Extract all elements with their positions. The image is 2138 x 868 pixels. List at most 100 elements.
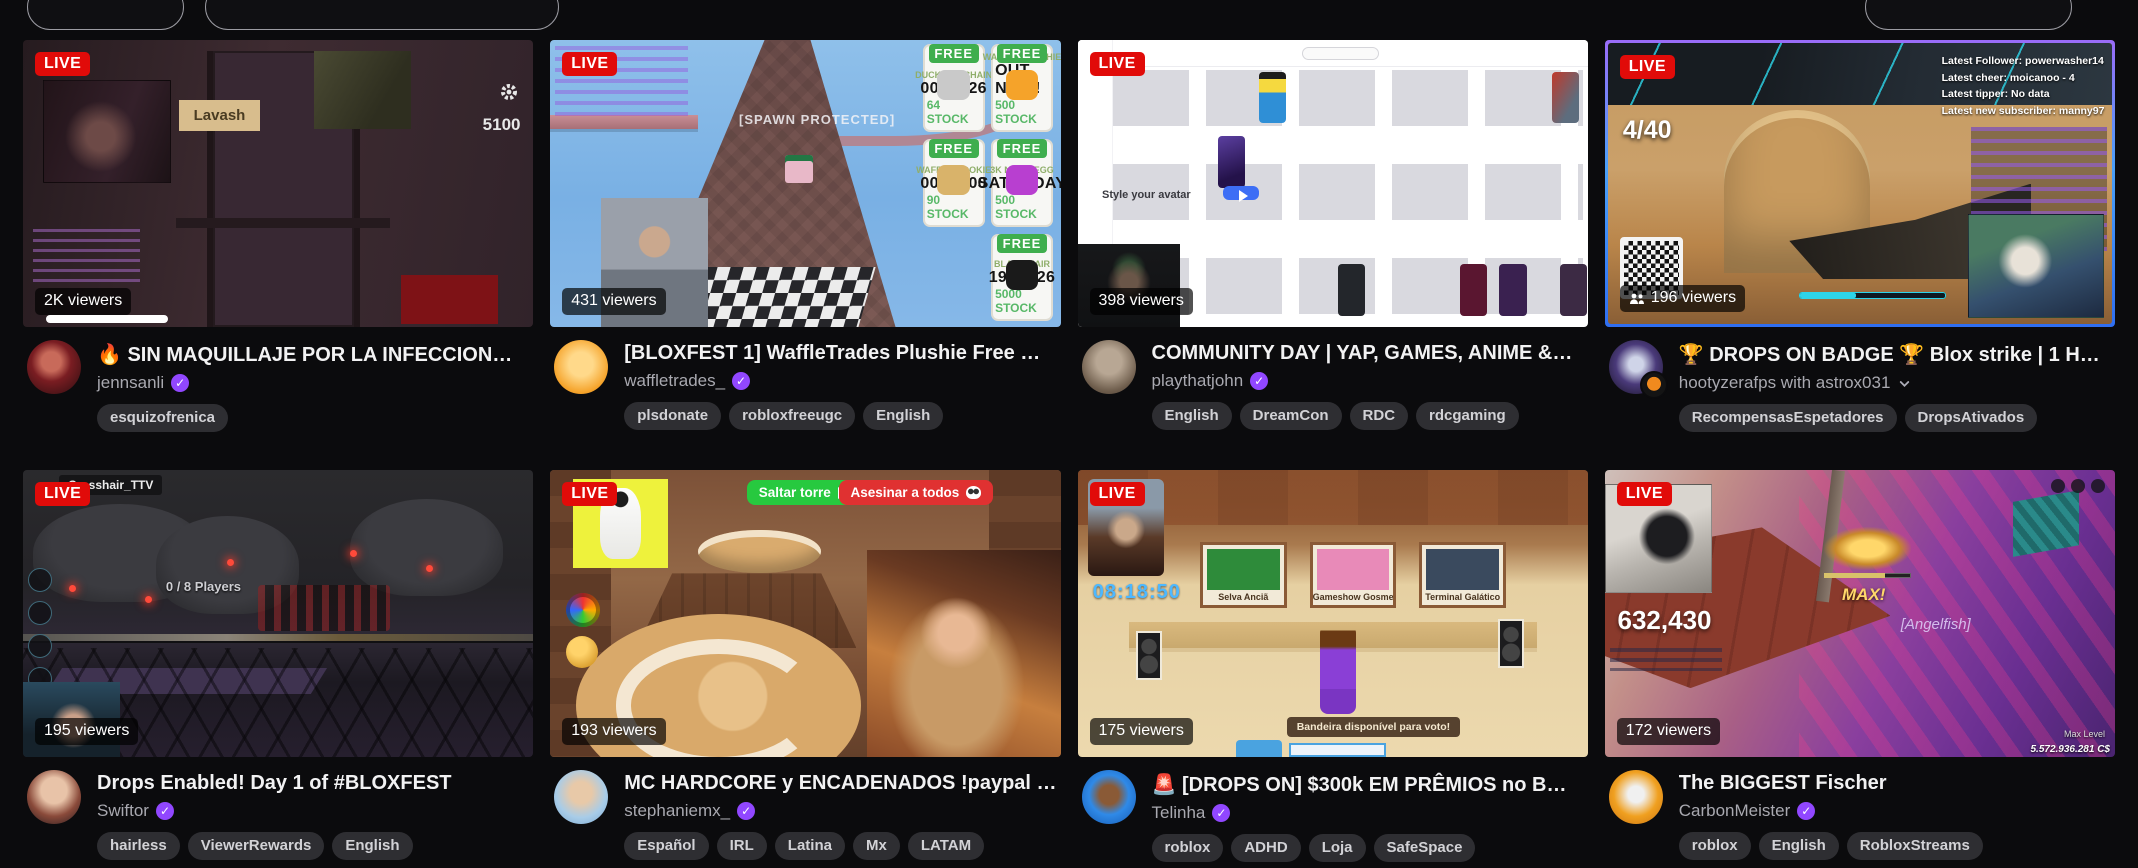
stream-title[interactable]: 🏆 DROPS ON BADGE 🏆 Blox strike | 1 H… — [1679, 342, 2113, 367]
ammo-counter: 4/40 — [1622, 116, 1672, 145]
filter-pill[interactable] — [27, 0, 184, 30]
tag[interactable]: Loja — [1308, 834, 1366, 863]
tag[interactable]: Español — [624, 832, 709, 861]
thumbnail-inner: Latest Follower: powerwasher14 Latest ch… — [1607, 43, 2112, 325]
filter-pill[interactable] — [205, 0, 559, 30]
stream-meta: MC HARDCORE y ENCADENADOS !paypal … step… — [550, 757, 1060, 868]
stream-thumbnail[interactable]: Lavash 5100 LIVE 2K viewers — [23, 40, 534, 328]
tag[interactable]: plsdonate — [624, 402, 722, 431]
tag[interactable]: roblox — [1678, 832, 1751, 861]
chevron-down-icon[interactable] — [1897, 376, 1912, 391]
thumbnail-art — [1302, 47, 1379, 61]
item-stock: 64 STOCK — [926, 97, 969, 126]
stream-title[interactable]: COMMUNITY DAY | YAP, GAMES, ANIME &… — [1152, 342, 1586, 365]
stream-thumbnail[interactable]: Saltar torre Asesinar a todos LIVE 193 v… — [550, 470, 1061, 758]
thumbnail-art — [784, 154, 814, 184]
tag[interactable]: DropsAtivados — [1904, 404, 2038, 433]
tag[interactable]: roblox — [1151, 834, 1224, 863]
free-badge: FREE — [997, 44, 1047, 64]
tag[interactable]: Latina — [774, 832, 845, 861]
tag[interactable]: RDC — [1349, 402, 1409, 431]
stream-card: Latest Follower: powerwasher14 Latest ch… — [1604, 40, 2115, 455]
stream-meta: 🔥 SIN MAQUILLAJE POR LA INFECCION… jenns… — [23, 327, 533, 455]
stream-title[interactable]: [BLOXFEST 1] WaffleTrades Plushie Free … — [624, 342, 1058, 365]
thumbnail-art — [1289, 742, 1387, 758]
tag[interactable]: ViewerRewards — [187, 832, 325, 861]
tag[interactable]: English — [332, 832, 413, 861]
stream-thumbnail[interactable]: Latest Follower: powerwasher14 Latest ch… — [1604, 40, 2115, 328]
channel-avatar[interactable] — [1608, 340, 1668, 400]
channel-name[interactable]: hootyzerafps with astrox031 — [1679, 373, 2113, 393]
stream-thumbnail[interactable]: 632,430 MAX! [Angelfish] Max Level 5.572… — [1604, 470, 2115, 758]
tag-list: English DreamCon RDC rdcgaming — [1151, 402, 1586, 431]
channel-name[interactable]: playthatjohn ✓ — [1152, 371, 1586, 391]
verified-badge-icon: ✓ — [1797, 802, 1816, 821]
stream-thumbnail[interactable]: Crosshair_TTV 0 / 8 Players LIVE 195 vie… — [23, 470, 534, 758]
channel-name-text: Swiftor — [97, 801, 149, 821]
channel-avatar[interactable] — [1081, 340, 1136, 395]
stream-info: MC HARDCORE y ENCADENADOS !paypal … step… — [624, 770, 1058, 868]
tag[interactable]: DreamCon — [1239, 402, 1342, 431]
tag[interactable]: RobloxStreams — [1846, 832, 1983, 861]
tag[interactable]: hairless — [97, 832, 180, 861]
channel-avatar[interactable] — [1608, 770, 1663, 825]
stream-title[interactable]: 🔥 SIN MAQUILLAJE POR LA INFECCION… — [97, 342, 531, 367]
guest-avatar — [1639, 371, 1668, 400]
viewer-count-text: 2K viewers — [44, 292, 123, 310]
stream-title[interactable]: Drops Enabled! Day 1 of #BLOXFEST — [97, 772, 531, 795]
tag[interactable]: rdcgaming — [1416, 402, 1519, 431]
stream-thumbnail[interactable]: Style your avatar LIVE 398 viewers — [1077, 40, 1588, 328]
vote-banner: Bandeira disponível para voto! — [1286, 716, 1461, 737]
thumbnail-art — [349, 550, 357, 558]
thumbnail-art — [1460, 263, 1488, 316]
channel-name[interactable]: jennsanli ✓ — [97, 373, 531, 393]
filter-pill[interactable] — [1865, 0, 2072, 30]
channel-name-text: waffletrades_ — [624, 371, 726, 391]
live-badge: LIVE — [35, 52, 91, 76]
channel-avatar[interactable] — [27, 340, 81, 395]
game-sidebar-icons — [28, 567, 53, 691]
play-button-overlay — [1222, 186, 1259, 203]
tag[interactable]: LATAM — [907, 832, 985, 861]
channel-avatar[interactable] — [1081, 770, 1136, 825]
tag[interactable]: esquizofrenica — [97, 404, 229, 433]
tag[interactable]: robloxfreeugc — [729, 402, 856, 431]
viewer-count-badge: 172 viewers — [1616, 718, 1721, 746]
fish-name-label: [Angelfish] — [1900, 616, 1971, 634]
stream-card: Crosshair_TTV 0 / 8 Players LIVE 195 vie… — [23, 470, 534, 868]
tag[interactable]: SafeSpace — [1373, 834, 1476, 863]
tag[interactable]: English — [1151, 402, 1232, 431]
channel-name[interactable]: Swiftor ✓ — [97, 801, 531, 821]
stream-info: COMMUNITY DAY | YAP, GAMES, ANIME &… pla… — [1151, 340, 1586, 455]
thumbnail-art — [2050, 478, 2105, 493]
tag[interactable]: Mx — [852, 832, 900, 861]
tag[interactable]: ADHD — [1231, 834, 1301, 863]
channel-name[interactable]: CarbonMeister ✓ — [1679, 801, 2113, 821]
item-stock: 500 STOCK — [995, 97, 1037, 126]
stream-info: 🚨 [DROPS ON] $300k EM PRÊMIOS no B… Teli… — [1151, 770, 1586, 868]
tag[interactable]: IRL — [716, 832, 767, 861]
webcam-overlay — [866, 550, 1061, 758]
stream-thumbnail[interactable]: [SPAWN PROTECTED] FREE DUCKBRO CHAIN 00:… — [550, 40, 1061, 328]
channel-name[interactable]: waffletrades_ ✓ — [624, 371, 1058, 391]
chat-overlay — [1609, 647, 1723, 671]
tag[interactable]: English — [1758, 832, 1839, 861]
verified-badge-icon: ✓ — [171, 374, 190, 393]
thumbnail-art — [1235, 739, 1282, 758]
tag[interactable]: English — [863, 402, 944, 431]
stream-thumbnail[interactable]: Selva Anciã Gameshow Gosmento Terminal G… — [1077, 470, 1588, 758]
stream-title[interactable]: The BIGGEST Fischer — [1679, 772, 2113, 795]
stream-card: [SPAWN PROTECTED] FREE DUCKBRO CHAIN 00:… — [550, 40, 1061, 455]
channel-avatar[interactable] — [554, 340, 609, 395]
game-nameplate: Lavash — [178, 100, 261, 132]
tag[interactable]: RecompensasEspetadores — [1678, 404, 1897, 433]
channel-avatar[interactable] — [554, 770, 609, 825]
channel-name[interactable]: stephaniemx_ ✓ — [624, 801, 1058, 821]
thumbnail-art — [1824, 527, 1911, 571]
stream-title[interactable]: MC HARDCORE y ENCADENADOS !paypal … — [624, 772, 1058, 795]
catalog-caption: Style your avatar — [1101, 189, 1191, 202]
channel-name[interactable]: Telinha ✓ — [1152, 803, 1586, 823]
viewer-count-badge: 196 viewers — [1619, 285, 1746, 313]
channel-avatar[interactable] — [27, 770, 81, 825]
stream-title[interactable]: 🚨 [DROPS ON] $300k EM PRÊMIOS no B… — [1152, 772, 1586, 797]
